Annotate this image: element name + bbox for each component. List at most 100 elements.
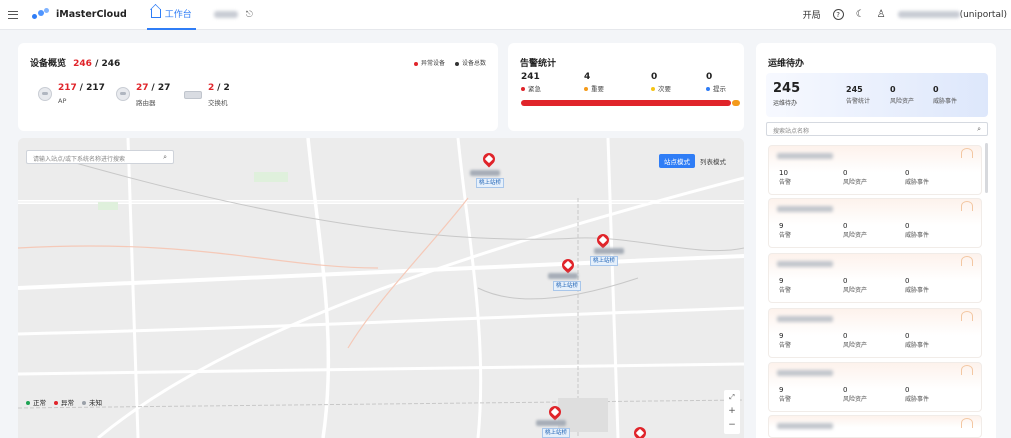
site-todo-item[interactable]: 9 告警 0 风险资产 0 威胁事件 <box>768 198 982 248</box>
alarm-bar-critical <box>521 100 731 106</box>
site-name-redacted <box>777 370 833 376</box>
site-todo-item[interactable]: 10 告警 0 风险资产 0 威胁事件 <box>768 145 982 195</box>
alarm-info[interactable]: 0 提示 <box>706 72 726 93</box>
device-router[interactable]: 27 / 27 路由器 <box>116 83 170 107</box>
site-risk-col: 0 风险资产 <box>843 277 867 294</box>
alarm-major[interactable]: 4 重要 <box>584 72 604 93</box>
site-alarm-col: 9 告警 <box>779 277 791 294</box>
alarm-major-value: 4 <box>584 72 591 82</box>
ops-alarm-stat: 245 告警统计 <box>846 85 870 105</box>
site-search-input[interactable]: 搜索站点名称 ⌕ <box>766 122 988 136</box>
site-alarm-label: 告警 <box>779 179 792 186</box>
switch-online: 2 <box>208 83 215 93</box>
ops-alarm-stat-value: 245 <box>846 85 863 94</box>
site-name-redacted <box>777 423 833 429</box>
site-risk-value: 0 <box>843 169 848 177</box>
alarm-info-value: 0 <box>706 72 713 82</box>
ops-threat-stat-value: 0 <box>933 85 939 94</box>
tab-workbench[interactable]: 工作台 <box>146 0 196 30</box>
site-threat-value: 0 <box>905 386 910 394</box>
user-icon[interactable]: ♙ <box>877 9 886 20</box>
search-icon[interactable]: ⌕ <box>163 153 167 162</box>
site-risk-value: 0 <box>843 222 848 230</box>
ops-summary: 245 运维待办 245 告警统计 0 风险资产 0 威胁事件 <box>766 73 988 117</box>
site-name-redacted <box>777 206 833 212</box>
site-alarm-label: 告警 <box>779 342 792 349</box>
mode-site-button[interactable]: 站点模式 <box>659 154 695 168</box>
site-decoration-icon <box>961 256 973 266</box>
site-decoration-icon <box>961 311 973 321</box>
legend-abnormal-site-label: 异常 <box>61 399 74 407</box>
ops-alarm-stat-label: 告警统计 <box>846 98 871 105</box>
ops-risk-stat-value: 0 <box>890 85 896 94</box>
site-alarm-col: 9 告警 <box>779 386 791 403</box>
dark-mode-icon[interactable]: ☾ <box>856 9 865 20</box>
site-threat-col: 0 威胁事件 <box>905 332 929 349</box>
site-todo-item[interactable]: 9 告警 0 风险资产 0 威胁事件 <box>768 308 982 358</box>
alarm-minor[interactable]: 0 次要 <box>651 72 671 93</box>
device-switch[interactable]: 2 / 2 交换机 <box>184 83 230 107</box>
site-threat-col: 0 威胁事件 <box>905 277 929 294</box>
site-decoration-icon <box>961 418 973 428</box>
ops-total-label: 运维待办 <box>773 100 798 107</box>
switch-label: 交换机 <box>208 99 228 107</box>
site-alarm-value: 9 <box>779 222 784 230</box>
map-mode-toggle[interactable]: 站点模式 列表模式 <box>659 154 731 168</box>
mode-list-button[interactable]: 列表模式 <box>695 154 731 168</box>
switch-total: / 2 <box>217 83 230 93</box>
site-risk-col: 0 风险资产 <box>843 386 867 403</box>
zoom-in-button[interactable]: + <box>724 404 740 418</box>
device-overview-card: 设备概览 246 / 246 异常设备 设备总数 217 / 217 AP 27… <box>18 43 498 131</box>
alarm-critical[interactable]: 241 紧急 <box>521 72 541 93</box>
site-name-redacted <box>777 316 833 322</box>
site-risk-col: 0 风险资产 <box>843 169 867 186</box>
open-button[interactable]: 开局 <box>803 8 821 21</box>
alarm-major-label: 重要 <box>591 85 604 93</box>
legend-normal-label: 正常 <box>33 399 46 407</box>
ops-risk-stat: 0 风险资产 <box>890 85 914 105</box>
zoom-out-button[interactable]: − <box>724 418 740 432</box>
help-icon[interactable]: ? <box>832 9 844 20</box>
site-threat-label: 威胁事件 <box>905 232 930 239</box>
search-icon[interactable]: ⌕ <box>977 125 981 134</box>
zoom-control: ⤢ + − <box>724 390 740 434</box>
map-search-input[interactable]: 请输入站点/或下系统名称进行搜索 ⌕ <box>26 150 174 164</box>
router-icon <box>116 87 130 101</box>
user-name-redacted[interactable] <box>897 11 960 18</box>
device-total-count: / 246 <box>95 59 121 69</box>
exit-icon[interactable]: ⎋ <box>246 10 253 20</box>
site-map[interactable]: 请输入站点/或下系统名称进行搜索 ⌕ 站点模式 列表模式 桃上站桥 桃上站桥 桃… <box>18 138 744 438</box>
site-todo-item[interactable]: 9 告警 0 风险资产 0 威胁事件 <box>768 253 982 303</box>
router-online: 27 <box>136 83 149 93</box>
site-alarm-col: 10 告警 <box>779 169 791 186</box>
device-ap[interactable]: 217 / 217 AP <box>38 83 105 105</box>
brand-name: iMasterCloud <box>56 9 127 20</box>
map-search-placeholder: 请输入站点/或下系统名称进行搜索 <box>33 156 126 163</box>
alarm-bar-major <box>732 100 740 106</box>
ops-todo-title: 运维待办 <box>768 59 805 69</box>
site-todo-item[interactable] <box>768 415 982 438</box>
station-label: 桃上站桥 <box>542 428 571 438</box>
alarm-stats-title: 告警统计 <box>520 59 557 69</box>
legend-unknown-label: 未知 <box>89 399 102 407</box>
user-suffix[interactable]: (uniportal) <box>960 10 1007 20</box>
legend-total-label: 设备总数 <box>461 60 486 67</box>
site-label-redacted <box>548 273 578 279</box>
ops-threat-stat: 0 威胁事件 <box>933 85 957 105</box>
ops-list-scrollbar[interactable] <box>985 143 988 193</box>
site-todo-item[interactable]: 9 告警 0 风险资产 0 威胁事件 <box>768 362 982 412</box>
tab-redacted[interactable] <box>213 11 238 18</box>
site-threat-label: 威胁事件 <box>905 396 930 403</box>
fullscreen-icon[interactable]: ⤢ <box>724 390 740 404</box>
site-alarm-value: 9 <box>779 332 784 340</box>
legend-normal: 正常 <box>26 397 46 407</box>
alarm-critical-label: 紧急 <box>528 85 541 93</box>
station-label: 桃上站桥 <box>590 256 619 266</box>
alarm-critical-value: 241 <box>521 72 540 82</box>
site-label-redacted <box>536 420 566 426</box>
ops-todo-card: 运维待办 245 运维待办 245 告警统计 0 风险资产 0 威胁事件 搜索站… <box>756 43 996 438</box>
alarm-minor-label-wrap: 次要 <box>651 83 671 93</box>
menu-icon[interactable] <box>8 10 18 19</box>
site-alarm-label: 告警 <box>779 232 792 239</box>
device-overview-title-text: 设备概览 <box>30 59 67 69</box>
